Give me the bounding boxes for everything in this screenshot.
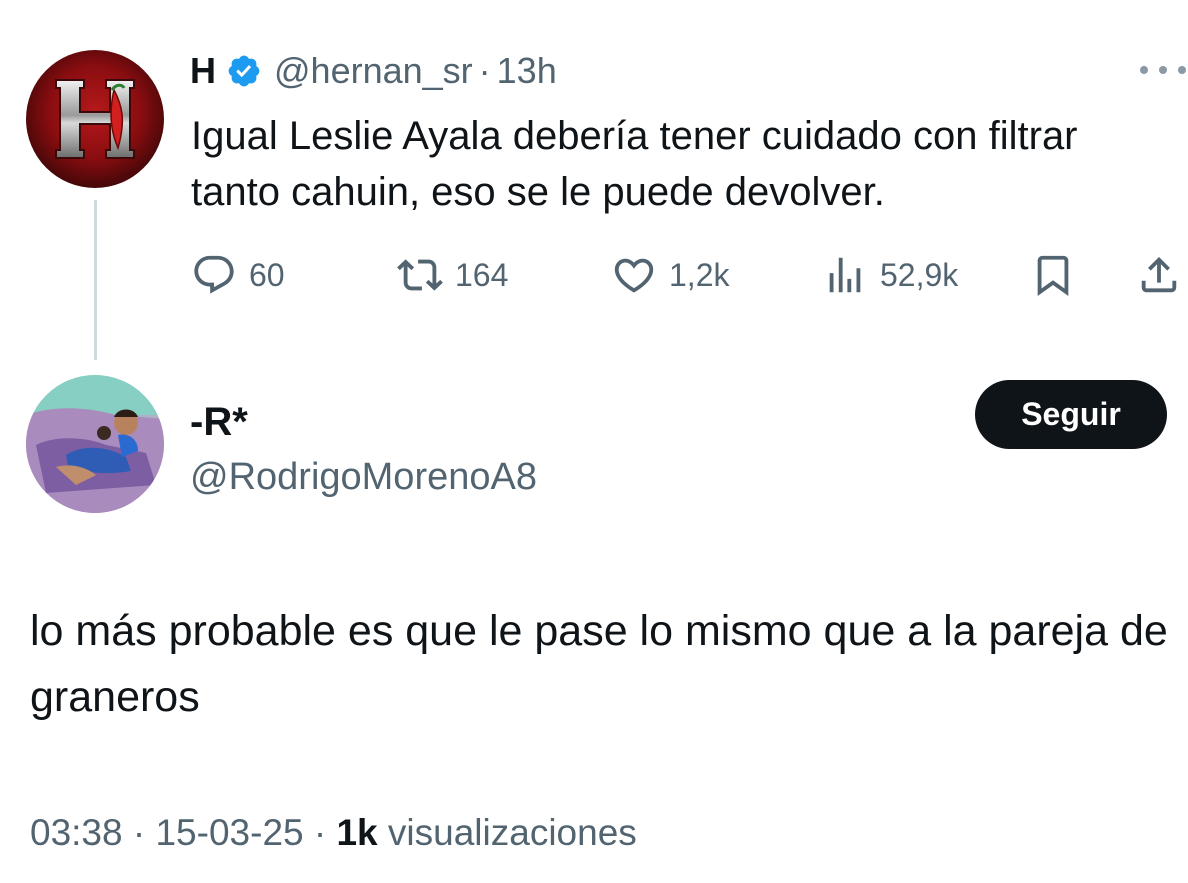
- avatar-rodrigo[interactable]: [26, 375, 164, 513]
- footer-separator: ·: [132, 812, 146, 853]
- tweet-time[interactable]: 13h: [497, 50, 557, 92]
- reply-views-label: visualizaciones: [387, 812, 637, 853]
- footer-separator: ·: [313, 812, 327, 853]
- heart-icon: [614, 258, 654, 293]
- author-name[interactable]: H: [190, 50, 216, 92]
- like-count: 1,2k: [669, 256, 730, 293]
- parent-tweet-text: Igual Leslie Ayala debería tener cuidado…: [191, 114, 1078, 214]
- reply-date[interactable]: 15-03-25: [155, 812, 303, 853]
- views-button[interactable]: 52,9k: [822, 248, 958, 302]
- share-button[interactable]: [1136, 248, 1182, 302]
- share-icon: [1141, 256, 1177, 293]
- reply-icon: [194, 255, 234, 294]
- bookmark-button[interactable]: [1030, 248, 1076, 302]
- follow-button[interactable]: Seguir: [975, 380, 1167, 449]
- avatar-photo: [26, 375, 164, 513]
- meta-separator: ·: [478, 50, 491, 91]
- h-logo-icon: [55, 79, 135, 159]
- more-icon[interactable]: [1140, 62, 1186, 78]
- like-button[interactable]: 1,2k: [611, 248, 729, 302]
- reply-tweet-text: lo más probable es que le pase lo mismo …: [30, 607, 1168, 721]
- action-bar: 60 164 1,2k 52,9k: [0, 248, 1188, 302]
- reply-button[interactable]: 60: [191, 248, 285, 302]
- bookmark-icon: [1037, 255, 1069, 296]
- author-handle[interactable]: @hernan_sr: [274, 50, 473, 92]
- parent-tweet-header: H @hernan_sr · 13h: [190, 47, 557, 95]
- retweet-button[interactable]: 164: [397, 248, 508, 302]
- avatar-hernan[interactable]: [26, 50, 164, 188]
- retweet-icon: [397, 259, 443, 291]
- reply-views-count: 1k: [336, 812, 378, 853]
- tweet-page: H @hernan_sr · 13h Igual Leslie Ayala de…: [0, 0, 1188, 883]
- verified-badge-icon: [228, 55, 260, 87]
- reply-author-handle[interactable]: @RodrigoMorenoA8: [190, 456, 537, 499]
- views-count: 52,9k: [880, 256, 959, 293]
- reply-time[interactable]: 03:38: [30, 812, 123, 853]
- tweet-footer: 03:38 · 15-03-25 · 1k visualizaciones: [30, 812, 637, 854]
- reply-author-name[interactable]: -R*: [190, 400, 248, 445]
- reply-count: 60: [249, 256, 285, 293]
- retweet-count: 164: [455, 256, 509, 293]
- views-icon: [829, 257, 861, 293]
